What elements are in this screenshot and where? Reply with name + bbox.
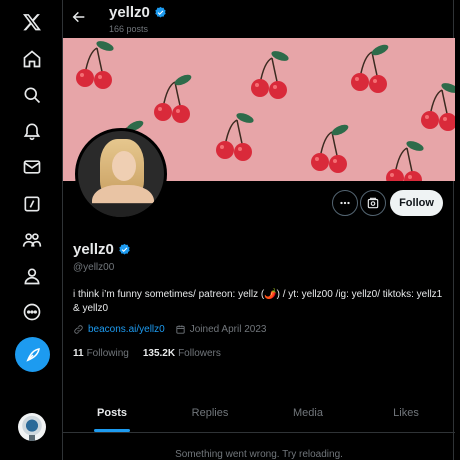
display-name: yellz0 (73, 241, 114, 258)
cherry-pair (421, 83, 455, 131)
more-icon[interactable] (14, 294, 50, 330)
subscribe-button[interactable] (360, 190, 386, 216)
x-logo-icon[interactable] (14, 4, 50, 40)
cherry-pair (154, 74, 192, 123)
display-name-row: yellz0 (73, 241, 131, 258)
following-label: Following (86, 348, 129, 359)
profile-meta: beacons.ai/yellz0 Joined April 2023 (73, 324, 266, 335)
header-name-row: yellz0 (109, 4, 167, 21)
account-avatar[interactable] (18, 413, 46, 441)
followers-label: Followers (178, 348, 221, 359)
profile-header: yellz0 166 posts (63, 0, 455, 38)
cherry-pair (351, 44, 389, 93)
messages-icon[interactable] (14, 149, 50, 185)
profile-tabs: Posts Replies Media Likes (63, 397, 455, 433)
calendar-icon (176, 325, 185, 334)
more-options-button[interactable] (332, 190, 358, 216)
cherry-pair (386, 141, 424, 181)
compose-post-button[interactable] (15, 337, 50, 372)
tab-label: Media (293, 407, 323, 419)
tab-label: Likes (393, 407, 419, 419)
tab-media[interactable]: Media (259, 397, 357, 432)
verified-badge-icon (154, 6, 167, 19)
tab-label: Posts (97, 407, 127, 419)
link-icon (74, 325, 83, 334)
back-arrow-icon (72, 11, 85, 23)
camera-bell-icon (367, 197, 379, 209)
back-button[interactable] (71, 9, 91, 29)
compose-feather-icon (25, 347, 40, 362)
active-tab-indicator (94, 429, 130, 432)
tab-label: Replies (191, 407, 229, 419)
followers-link[interactable]: 135.2K Followers (143, 348, 221, 359)
joined-item: Joined April 2023 (175, 324, 267, 335)
tab-posts[interactable]: Posts (63, 397, 161, 432)
tab-replies[interactable]: Replies (161, 397, 259, 432)
header-name: yellz0 (109, 4, 150, 21)
posts-count: 166 posts (109, 24, 149, 34)
follow-stats: 11 Following 135.2K Followers (73, 348, 221, 359)
cherry-pair (251, 51, 289, 99)
search-icon[interactable] (14, 77, 50, 113)
cherry-pair (76, 41, 114, 89)
website-item: beacons.ai/yellz0 (73, 324, 165, 335)
profile-bio: i think i’m funny sometimes/ patreon: ye… (73, 289, 443, 314)
cherry-pair (311, 124, 349, 173)
error-message: Something went wrong. Try reloading. (175, 449, 343, 460)
joined-date: Joined April 2023 (189, 324, 267, 335)
follow-button[interactable]: Follow (390, 190, 443, 216)
more-dots-icon (340, 201, 350, 205)
home-icon[interactable] (14, 41, 50, 77)
profile-icon[interactable] (14, 258, 50, 294)
cherry-pair (216, 113, 254, 161)
following-link[interactable]: 11 Following (73, 348, 129, 359)
notifications-icon[interactable] (14, 113, 50, 149)
side-nav (0, 0, 62, 460)
followers-count: 135.2K (142, 348, 176, 359)
grok-icon[interactable] (14, 186, 50, 222)
following-count: 11 (73, 348, 84, 359)
profile-avatar[interactable] (75, 128, 167, 220)
profile-column: yellz0 166 posts Follow yellz0 @yellz00 … (62, 0, 455, 460)
tab-likes[interactable]: Likes (357, 397, 455, 432)
verified-badge-icon (118, 243, 131, 256)
communities-icon[interactable] (14, 222, 50, 258)
handle: @yellz00 (73, 262, 115, 273)
website-link[interactable]: beacons.ai/yellz0 (88, 324, 165, 335)
